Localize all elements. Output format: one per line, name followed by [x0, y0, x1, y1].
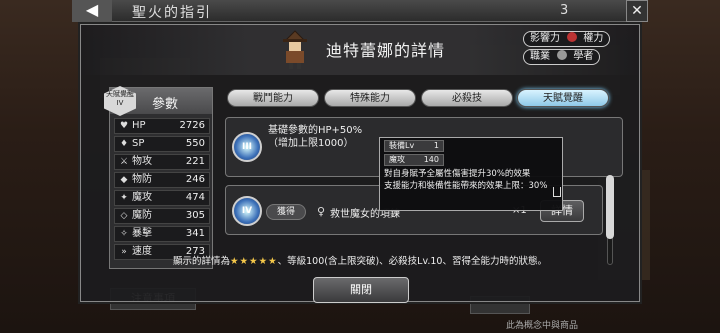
staff-icon: ✦	[120, 193, 128, 203]
star-rating-icon: ★★★★★	[230, 256, 278, 267]
background-close-icon[interactable]: ✕	[626, 0, 648, 22]
stat-value: 2726	[179, 120, 205, 131]
tooltip-pin-icon	[553, 187, 561, 197]
stat-value: 550	[185, 138, 205, 149]
character-portrait-icon	[283, 30, 307, 69]
sword-icon: ⚔	[119, 157, 129, 167]
stat-value: 246	[185, 174, 205, 185]
magic-shield-icon: ◇	[120, 211, 128, 221]
acquire-label: 獲得	[266, 204, 306, 220]
stat-value: 305	[185, 210, 205, 221]
dialog-title: 迪特蕾娜的詳情	[326, 41, 446, 60]
parameters-title: 參數	[152, 97, 179, 112]
tab-battle-ability[interactable]: 戰鬥能力	[227, 89, 319, 107]
stat-label: 速度	[132, 246, 152, 257]
stat-row-mdef: ◇ 魔防 305	[114, 208, 210, 224]
stat-label: 魔攻	[132, 192, 152, 203]
influence-tag: 影響力 權力	[523, 31, 611, 47]
scholar-icon	[557, 50, 568, 60]
stat-row-matk: ✦ 魔攻 474	[114, 190, 210, 206]
awakening-iii-line2: （增加上限1000）	[268, 138, 354, 149]
stat-label: SP	[132, 138, 145, 149]
tooltip-equip-level-value: 1	[433, 141, 439, 150]
stat-value: 341	[185, 228, 205, 239]
detail-note: 顯示的詳情為★★★★★、等級100(含上限突破)、必殺技Lv.10、習得全能力時…	[173, 253, 547, 267]
stat-value: 474	[185, 192, 205, 203]
note-suffix: 、等級100(含上限突破)、必殺技Lv.10、習得全能力時的狀態。	[277, 256, 547, 267]
awakening-iii-line1: 基礎參數的HP+50%	[268, 125, 363, 136]
tab-ultimate[interactable]: 必殺技	[421, 89, 513, 107]
tooltip-matk-label: 魔攻	[389, 155, 405, 164]
stat-label: 物防	[132, 174, 152, 185]
stat-label: HP	[132, 120, 146, 131]
speed-icon: »	[121, 247, 127, 257]
tooltip-effect-line1: 對自身賦予全屬性傷害提升30%的效果	[384, 169, 531, 179]
crit-icon: ✧	[120, 229, 128, 239]
stat-row-sp: ♦ SP 550	[114, 136, 210, 152]
job-tag: 職業 學者	[523, 49, 601, 65]
tab-special-ability[interactable]: 特殊能力	[324, 89, 416, 107]
background-title: 聖火的指引	[132, 5, 212, 21]
close-button[interactable]: 關閉	[313, 277, 409, 303]
background-count: 3	[560, 3, 569, 18]
back-button[interactable]: ◀	[72, 0, 112, 22]
stat-label: 物攻	[132, 156, 152, 167]
character-detail-dialog: 迪特蕾娜的詳情 影響力 權力 職業 學者 天賦覺醒 IV 參數 ♥ HP 272…	[80, 24, 640, 303]
stat-row-crit: ✧ 暴擊 341	[114, 226, 210, 242]
necklace-icon: ♀	[316, 205, 326, 218]
tooltip-effect-line2: 支援能力和裝備性能帶來的效果上限：30%	[384, 181, 548, 191]
influence-value: 權力	[583, 33, 604, 44]
equipment-tooltip: 裝備Lv 1 魔攻 140 對自身賦予全屬性傷害提升30%的效果 支援能力和裝備…	[379, 137, 563, 211]
heart-icon: ♥	[119, 121, 129, 131]
stat-row-pdef: ◆ 物防 246	[114, 172, 210, 188]
awakening-iii-description: 基礎參數的HP+50% （增加上限1000）	[268, 124, 362, 150]
job-value: 學者	[573, 51, 594, 62]
stat-label: 魔防	[132, 210, 152, 221]
background-footer-note: 此為概念中與商品	[506, 321, 579, 331]
tooltip-equip-level-label: 裝備Lv	[389, 141, 415, 150]
tooltip-matk: 魔攻 140	[384, 154, 444, 166]
tab-awakening[interactable]: 天賦覺醒	[517, 89, 609, 107]
tooltip-matk-value: 140	[423, 155, 439, 164]
stat-label: 暴擊	[132, 228, 152, 239]
stat-row-hp: ♥ HP 2726	[114, 118, 210, 134]
stat-value: 221	[185, 156, 205, 167]
power-icon	[567, 32, 578, 42]
scrollbar-thumb[interactable]	[606, 175, 614, 239]
awakening-iv-icon: IV	[232, 196, 262, 226]
note-prefix: 顯示的詳情為	[173, 256, 231, 267]
parameters-panel: 天賦覺醒 IV 參數 ♥ HP 2726 ♦ SP 550 ⚔ 物攻 221 ◆…	[104, 86, 213, 269]
flame-icon: ♦	[119, 139, 129, 149]
awakening-iii-icon: III	[232, 132, 262, 162]
shield-icon: ◆	[120, 175, 128, 185]
tooltip-equip-level: 裝備Lv 1	[384, 140, 444, 152]
job-label: 職業	[530, 51, 550, 62]
influence-label: 影響力	[530, 33, 560, 44]
stat-row-patk: ⚔ 物攻 221	[114, 154, 210, 170]
